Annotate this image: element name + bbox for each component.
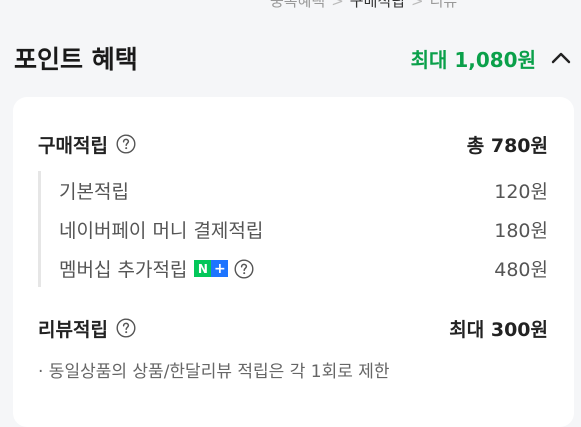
badge-plus: +: [211, 260, 229, 277]
item-label: 멤버십 추가적립: [59, 259, 188, 281]
max-benefit-amount: 최대 1,080원: [410, 47, 536, 72]
question-circle-icon[interactable]: [116, 134, 136, 154]
section-title: 포인트 혜택: [14, 45, 138, 74]
breadcrumb-item[interactable]: 리뷰: [430, 0, 458, 10]
item-label: 네이버페이 머니 결제적립: [59, 220, 264, 242]
item-value: 180원: [494, 220, 548, 242]
item-value: 120원: [494, 181, 548, 203]
review-points-value: 최대 300원: [449, 318, 548, 341]
naver-plus-membership-icon: N +: [194, 260, 229, 277]
breadcrumb: 중복혜택 > 구매적립 > 리뷰: [270, 0, 457, 10]
purchase-points-total: 총 780원: [466, 134, 548, 157]
points-benefit-header[interactable]: 포인트 혜택 최대 1,080원: [14, 38, 576, 78]
benefit-card: 구매적립 총 780원 기본적립 120원 네이버페이 머니 결제적립 180원…: [13, 97, 574, 427]
breadcrumb-separator: >: [410, 0, 424, 10]
item-value: 480원: [494, 259, 548, 281]
badge-n: N: [194, 260, 212, 277]
breadcrumb-item[interactable]: 중복혜택: [270, 0, 325, 10]
breadcrumb-item[interactable]: 구매적립: [350, 0, 405, 10]
purchase-points-label: 구매적립: [38, 134, 108, 157]
list-item: 네이버페이 머니 결제적립 180원: [41, 210, 548, 249]
item-label: 기본적립: [59, 181, 129, 203]
chevron-up-icon[interactable]: [550, 47, 572, 69]
header-summary[interactable]: 최대 1,080원: [411, 44, 576, 73]
purchase-points-row: 구매적립 총 780원: [38, 130, 548, 158]
question-circle-icon[interactable]: [234, 258, 254, 279]
list-item: 멤버십 추가적립 N + 480원: [41, 249, 548, 288]
list-item: 기본적립 120원: [41, 171, 548, 210]
breadcrumb-separator: >: [331, 0, 344, 10]
review-points-label: 리뷰적립: [38, 318, 108, 341]
purchase-points-breakdown: 기본적립 120원 네이버페이 머니 결제적립 180원 멤버십 추가적립 N +…: [38, 171, 548, 287]
question-circle-icon[interactable]: [116, 318, 136, 338]
review-limit-note: · 동일상품의 상품/한달리뷰 적립은 각 1회로 제한: [38, 362, 390, 382]
review-points-row: 리뷰적립 최대 300원: [38, 314, 548, 342]
